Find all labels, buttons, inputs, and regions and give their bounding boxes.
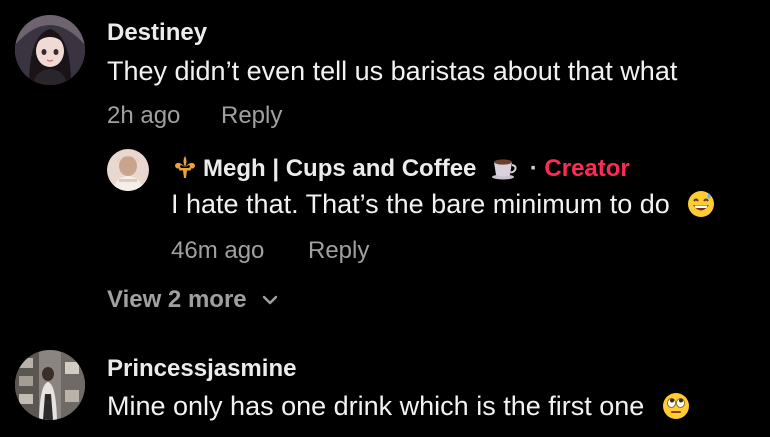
- fleur-de-lis-icon: [173, 154, 197, 187]
- avatar-destiney[interactable]: [15, 15, 85, 85]
- view-more-label: View 2 more: [107, 286, 247, 313]
- coffee-cup-icon: [491, 156, 517, 187]
- comment-text: They didn’t even tell us baristas about …: [107, 56, 677, 87]
- grinning-sweat-emoji-icon: [687, 190, 715, 225]
- comment-username[interactable]: Princessjasmine: [107, 355, 296, 383]
- reply-text: I hate that. That’s the bare minimum to …: [171, 189, 670, 219]
- reply-button[interactable]: Reply: [221, 102, 282, 130]
- comment-timestamp: 2h ago: [107, 102, 180, 130]
- rolling-eyes-emoji-icon: [662, 392, 690, 427]
- avatar-princessjasmine[interactable]: [15, 350, 85, 420]
- view-more-replies-button[interactable]: View 2 more: [107, 285, 279, 314]
- avatar-creator[interactable]: [107, 149, 149, 191]
- separator-dot: ·: [530, 155, 538, 182]
- creator-badge: Creator: [544, 155, 629, 182]
- chevron-down-icon: [261, 285, 279, 313]
- comment-text: Mine only has one drink which is the fir…: [107, 391, 644, 421]
- creator-header: Megh | Cups and Coffee · Creator: [173, 154, 630, 184]
- reply-username[interactable]: Megh | Cups and Coffee: [203, 155, 476, 182]
- reply-button[interactable]: Reply: [308, 237, 369, 265]
- comment-username[interactable]: Destiney: [107, 19, 207, 47]
- comment-text-line: Mine only has one drink which is the fir…: [107, 391, 690, 427]
- reply-timestamp: 46m ago: [171, 237, 264, 265]
- reply-text-line: I hate that. That’s the bare minimum to …: [171, 189, 715, 225]
